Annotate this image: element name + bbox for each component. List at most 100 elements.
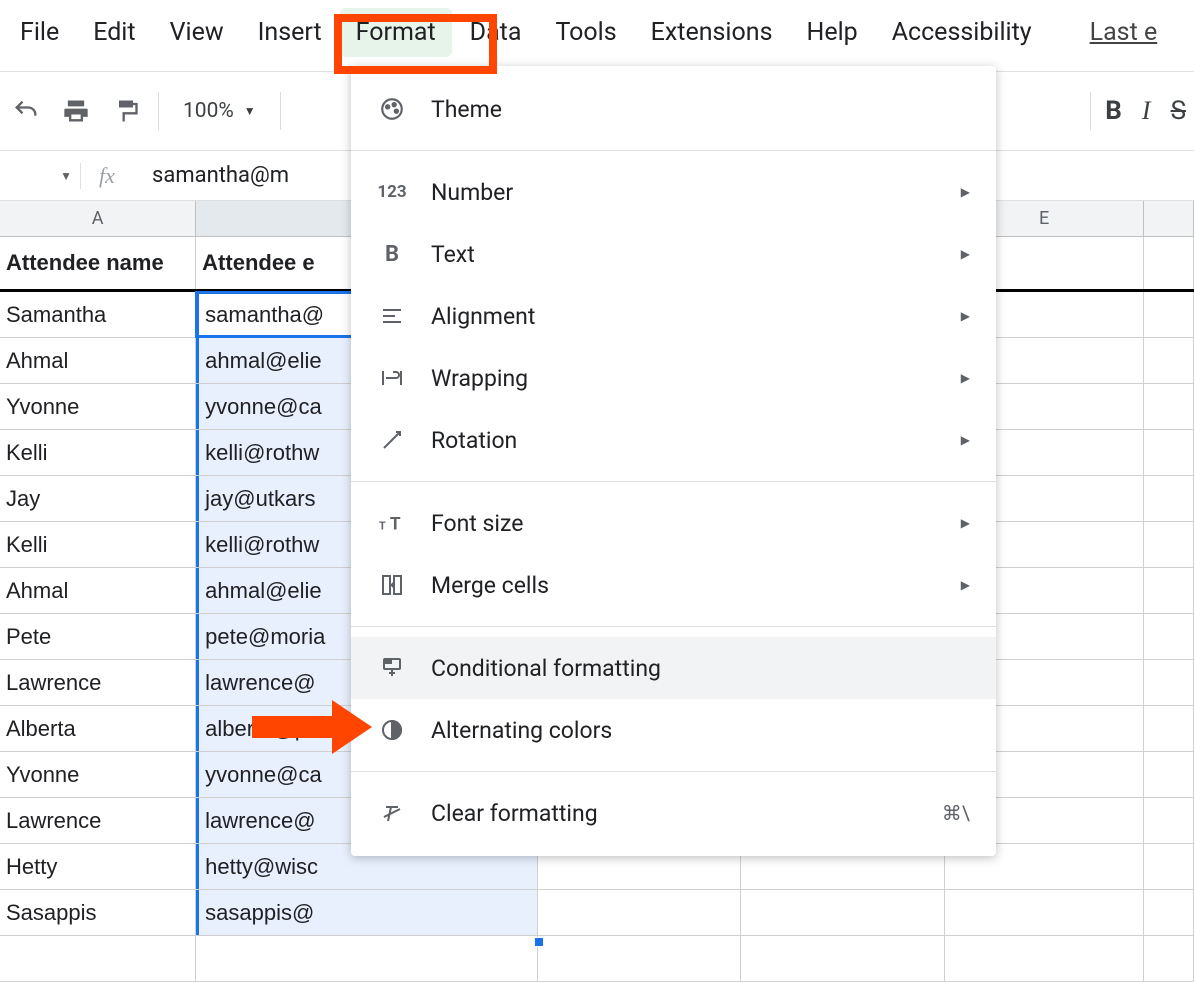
menu-item-wrapping[interactable]: Wrapping ▶ bbox=[351, 347, 996, 409]
zoom-selector[interactable]: 100% ▼ bbox=[173, 99, 266, 123]
menu-help[interactable]: Help bbox=[790, 8, 873, 57]
align-icon bbox=[377, 301, 407, 331]
menu-divider bbox=[351, 481, 996, 482]
chevron-right-icon: ▶ bbox=[961, 433, 970, 447]
menu-tools[interactable]: Tools bbox=[539, 8, 632, 57]
bold-icon: B bbox=[377, 239, 407, 269]
menu-item-number[interactable]: 123 Number ▶ bbox=[351, 161, 996, 223]
format-dropdown-menu: Theme 123 Number ▶ B Text ▶ Alignment ▶ … bbox=[351, 66, 996, 856]
cell[interactable]: Ahmal bbox=[0, 568, 196, 613]
menu-data[interactable]: Data bbox=[454, 8, 538, 57]
cell[interactable]: Yvonne bbox=[0, 384, 196, 429]
cell[interactable] bbox=[538, 936, 741, 981]
cell[interactable]: Jay bbox=[0, 476, 196, 521]
cell[interactable]: Samantha bbox=[0, 292, 196, 337]
menu-label: Theme bbox=[431, 96, 970, 123]
chevron-down-icon: ▼ bbox=[60, 169, 72, 183]
menu-item-conditional-formatting[interactable]: Conditional formatting bbox=[351, 637, 996, 699]
menu-divider bbox=[351, 771, 996, 772]
cell[interactable]: Yvonne bbox=[0, 752, 196, 797]
menu-label: Text bbox=[431, 241, 937, 268]
menu-item-font-size[interactable]: TT Font size ▶ bbox=[351, 492, 996, 554]
cell[interactable] bbox=[741, 936, 945, 981]
cell[interactable] bbox=[538, 890, 741, 935]
cell[interactable] bbox=[1144, 660, 1194, 705]
cell[interactable]: Lawrence bbox=[0, 798, 196, 843]
cell[interactable] bbox=[0, 936, 196, 981]
toolbar-separator bbox=[158, 92, 159, 130]
cell[interactable]: Kelli bbox=[0, 430, 196, 475]
menu-label: Merge cells bbox=[431, 572, 937, 599]
menu-view[interactable]: View bbox=[154, 8, 240, 57]
menu-item-alignment[interactable]: Alignment ▶ bbox=[351, 285, 996, 347]
menu-extensions[interactable]: Extensions bbox=[635, 8, 789, 57]
menu-file[interactable]: File bbox=[4, 8, 75, 57]
menu-label: Font size bbox=[431, 510, 937, 537]
cell[interactable] bbox=[1144, 798, 1194, 843]
cell[interactable] bbox=[945, 890, 1144, 935]
chevron-right-icon: ▶ bbox=[961, 309, 970, 323]
cell[interactable]: Ahmal bbox=[0, 338, 196, 383]
cell[interactable] bbox=[196, 936, 538, 981]
menu-edit[interactable]: Edit bbox=[77, 8, 151, 57]
italic-button[interactable]: I bbox=[1142, 96, 1151, 126]
bold-button[interactable]: B bbox=[1105, 96, 1122, 126]
cell[interactable]: sasappis@ bbox=[196, 890, 538, 935]
menu-item-merge-cells[interactable]: Merge cells ▶ bbox=[351, 554, 996, 616]
redo-icon[interactable] bbox=[8, 93, 44, 129]
menu-format[interactable]: Format bbox=[340, 8, 452, 57]
selection-handle[interactable] bbox=[534, 937, 544, 947]
column-header-f[interactable] bbox=[1144, 201, 1194, 236]
cell[interactable]: Kelli bbox=[0, 522, 196, 567]
menu-accessibility[interactable]: Accessibility bbox=[876, 8, 1048, 57]
menu-label: Wrapping bbox=[431, 365, 937, 392]
toolbar-separator bbox=[280, 92, 281, 130]
menu-item-rotation[interactable]: Rotation ▶ bbox=[351, 409, 996, 471]
menu-item-text[interactable]: B Text ▶ bbox=[351, 223, 996, 285]
fx-label: fx bbox=[80, 163, 140, 189]
cell[interactable] bbox=[1144, 292, 1194, 337]
name-box[interactable]: ▼ bbox=[0, 169, 80, 183]
cell[interactable] bbox=[1144, 237, 1194, 289]
table-row bbox=[0, 936, 1194, 982]
menu-label: Rotation bbox=[431, 427, 937, 454]
column-header-a[interactable]: A bbox=[0, 201, 196, 236]
menu-item-theme[interactable]: Theme bbox=[351, 78, 996, 140]
cell[interactable] bbox=[741, 890, 945, 935]
header-cell[interactable]: Attendee name bbox=[0, 237, 196, 289]
chevron-right-icon: ▶ bbox=[961, 185, 970, 199]
cell[interactable]: Pete bbox=[0, 614, 196, 659]
cell[interactable] bbox=[1144, 844, 1194, 889]
cell[interactable]: Sasappis bbox=[0, 890, 196, 935]
menu-label: Alternating colors bbox=[431, 717, 970, 744]
strikethrough-button[interactable]: S bbox=[1171, 96, 1186, 126]
menu-label: Conditional formatting bbox=[431, 655, 970, 682]
last-edit-link[interactable]: Last e bbox=[1074, 8, 1174, 57]
cell[interactable]: Alberta bbox=[0, 706, 196, 751]
cell[interactable] bbox=[1144, 614, 1194, 659]
cell[interactable] bbox=[1144, 568, 1194, 613]
cell[interactable] bbox=[1144, 430, 1194, 475]
cell[interactable]: Lawrence bbox=[0, 660, 196, 705]
alternating-colors-icon bbox=[377, 715, 407, 745]
cell[interactable] bbox=[1144, 936, 1194, 981]
cell[interactable] bbox=[1144, 476, 1194, 521]
chevron-right-icon: ▶ bbox=[961, 516, 970, 530]
formula-input[interactable]: samantha@m bbox=[140, 163, 301, 188]
menu-item-clear-formatting[interactable]: Clear formatting ⌘\ bbox=[351, 782, 996, 844]
svg-text:T: T bbox=[390, 515, 401, 535]
cell[interactable]: Hetty bbox=[0, 844, 196, 889]
cell[interactable] bbox=[1144, 384, 1194, 429]
cell[interactable] bbox=[1144, 706, 1194, 751]
cell[interactable] bbox=[1144, 890, 1194, 935]
cell[interactable] bbox=[1144, 752, 1194, 797]
chevron-right-icon: ▶ bbox=[961, 371, 970, 385]
wrap-icon bbox=[377, 363, 407, 393]
print-icon[interactable] bbox=[58, 93, 94, 129]
cell[interactable] bbox=[945, 936, 1144, 981]
menu-item-alternating-colors[interactable]: Alternating colors bbox=[351, 699, 996, 761]
cell[interactable] bbox=[1144, 522, 1194, 567]
paint-format-icon[interactable] bbox=[108, 93, 144, 129]
menu-insert[interactable]: Insert bbox=[242, 8, 338, 57]
cell[interactable] bbox=[1144, 338, 1194, 383]
